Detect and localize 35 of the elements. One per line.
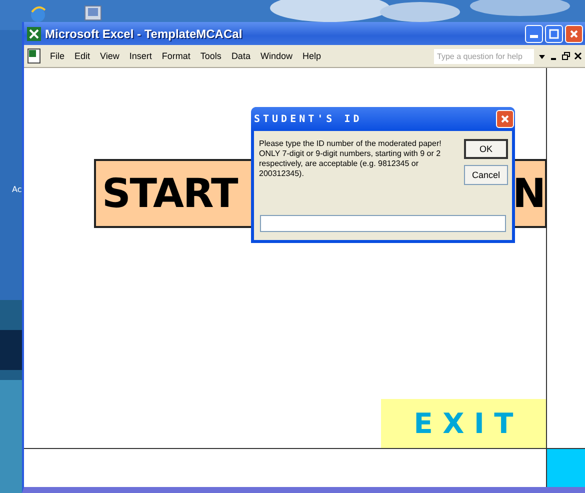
dialog-title: STUDENT'S ID	[254, 114, 362, 124]
menu-item[interactable]: View	[95, 51, 124, 61]
dialog-button[interactable]: Cancel	[464, 165, 508, 185]
maximize-button[interactable]	[545, 24, 563, 42]
maximize-icon	[549, 28, 559, 38]
dialog-message: Please type the ID number of the moderated paper! ONLY 7-digit or 9-digit numbers, starting with 9 or 2 respectively, are acceptable (e.g. 9812345 or 200312345).	[259, 139, 442, 180]
menu-item[interactable]: Window	[255, 51, 298, 61]
dropdown-arrow-icon[interactable]	[538, 52, 546, 60]
menu-item[interactable]: Insert	[124, 51, 157, 61]
minimize-button[interactable]	[525, 24, 543, 42]
menu-item[interactable]: Tools	[195, 51, 226, 61]
banner-text: N	[512, 170, 545, 216]
menu-item[interactable]: Data	[226, 51, 256, 61]
menu-item[interactable]: File	[45, 51, 70, 61]
desktop-icon-label[interactable]: Ac	[12, 185, 22, 194]
close-icon	[500, 114, 510, 124]
globe-icon[interactable]	[30, 6, 46, 22]
spreadsheet-icon	[27, 26, 41, 40]
banner-text: START	[102, 170, 238, 216]
help-search-field[interactable]: Type a question for help	[434, 48, 534, 64]
restore-icon[interactable]	[562, 52, 570, 60]
close-button[interactable]	[565, 24, 583, 42]
menu-item[interactable]: Help	[297, 51, 326, 61]
input-field[interactable]	[260, 215, 506, 232]
dialog-button[interactable]: OK	[464, 139, 508, 159]
cell-fill	[547, 449, 585, 487]
menu-item[interactable]: Edit	[70, 51, 96, 61]
close-button[interactable]	[496, 110, 514, 128]
close-icon	[569, 28, 579, 38]
close-icon[interactable]	[574, 52, 582, 60]
window-title: Microsoft Excel - TemplateMCACal	[45, 26, 244, 40]
minimize-icon	[530, 35, 538, 38]
workbook-icon	[27, 48, 41, 64]
computer-icon[interactable]	[84, 5, 104, 21]
menu-item[interactable]: Format	[156, 51, 196, 61]
